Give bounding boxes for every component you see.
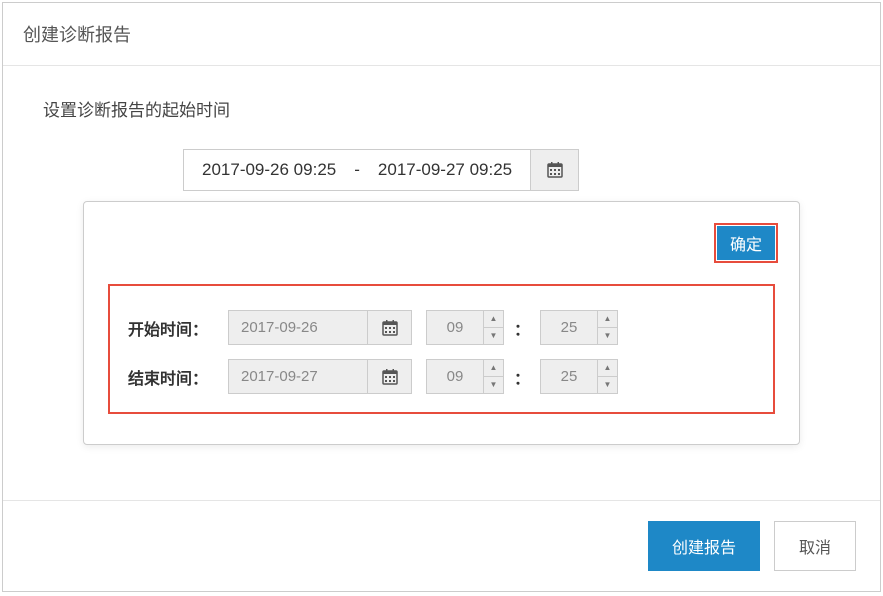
modal-footer: 创建报告 取消 xyxy=(3,501,880,591)
end-date-calendar-button[interactable] xyxy=(368,359,412,394)
time-colon: ： xyxy=(504,316,540,340)
end-minute-input[interactable] xyxy=(540,359,598,394)
modal-body: 设置诊断报告的起始时间 2017-09-26 09:25 - 2017-09-2… xyxy=(3,66,880,501)
modal-title: 创建诊断报告 xyxy=(23,21,860,47)
datetime-picker-panel: 确定 开始时间： xyxy=(83,201,800,445)
calendar-icon xyxy=(547,162,563,178)
end-hour-spinner: ▲ ▼ xyxy=(426,359,504,394)
start-hour-spinner: ▲ ▼ xyxy=(426,310,504,345)
create-diagnostic-report-modal: 创建诊断报告 设置诊断报告的起始时间 2017-09-26 09:25 - 20… xyxy=(2,2,881,592)
date-range-display-row: 2017-09-26 09:25 - 2017-09-27 09:25 xyxy=(183,149,840,191)
open-calendar-button[interactable] xyxy=(531,149,579,191)
time-inputs-highlight-box: 开始时间： xyxy=(108,284,775,414)
calendar-icon xyxy=(382,369,398,385)
end-time-label: 结束时间： xyxy=(128,365,228,389)
calendar-icon xyxy=(382,320,398,336)
cancel-button[interactable]: 取消 xyxy=(774,521,856,571)
start-hour-arrows: ▲ ▼ xyxy=(484,310,504,345)
end-hour-up-button[interactable]: ▲ xyxy=(484,360,503,377)
start-minute-arrows: ▲ ▼ xyxy=(598,310,618,345)
start-date-input[interactable] xyxy=(228,310,368,345)
modal-header: 创建诊断报告 xyxy=(3,3,880,66)
picker-top-row: 确定 xyxy=(108,226,775,260)
start-minute-down-button[interactable]: ▼ xyxy=(598,328,617,344)
end-minute-arrows: ▲ ▼ xyxy=(598,359,618,394)
range-separator: - xyxy=(354,160,360,180)
end-minute-spinner: ▲ ▼ xyxy=(540,359,618,394)
start-date-input-group xyxy=(228,310,412,345)
time-colon: ： xyxy=(504,365,540,389)
picker-ok-button[interactable]: 确定 xyxy=(717,226,775,260)
range-start-text: 2017-09-26 09:25 xyxy=(202,160,336,180)
end-hour-down-button[interactable]: ▼ xyxy=(484,377,503,393)
start-hour-input[interactable] xyxy=(426,310,484,345)
section-label: 设置诊断报告的起始时间 xyxy=(43,96,840,121)
start-date-calendar-button[interactable] xyxy=(368,310,412,345)
end-date-input[interactable] xyxy=(228,359,368,394)
end-date-input-group xyxy=(228,359,412,394)
start-time-row: 开始时间： xyxy=(128,310,755,345)
create-report-button[interactable]: 创建报告 xyxy=(648,521,760,571)
end-minute-up-button[interactable]: ▲ xyxy=(598,360,617,377)
date-range-display[interactable]: 2017-09-26 09:25 - 2017-09-27 09:25 xyxy=(183,149,531,191)
start-minute-spinner: ▲ ▼ xyxy=(540,310,618,345)
range-end-text: 2017-09-27 09:25 xyxy=(378,160,512,180)
end-hour-input[interactable] xyxy=(426,359,484,394)
start-minute-up-button[interactable]: ▲ xyxy=(598,311,617,328)
start-minute-input[interactable] xyxy=(540,310,598,345)
end-time-row: 结束时间： xyxy=(128,359,755,394)
end-minute-down-button[interactable]: ▼ xyxy=(598,377,617,393)
start-hour-down-button[interactable]: ▼ xyxy=(484,328,503,344)
start-hour-up-button[interactable]: ▲ xyxy=(484,311,503,328)
start-time-label: 开始时间： xyxy=(128,316,228,340)
end-hour-arrows: ▲ ▼ xyxy=(484,359,504,394)
